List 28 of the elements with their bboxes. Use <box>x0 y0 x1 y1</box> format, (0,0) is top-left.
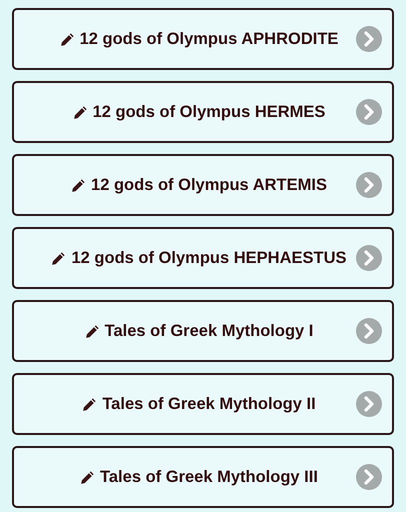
item-title: Tales of Greek Mythology I <box>104 322 314 340</box>
item-title: Tales of Greek Mythology II <box>102 394 316 414</box>
chevron-right-icon <box>356 318 382 344</box>
pencil-icon <box>60 32 75 46</box>
list-item[interactable]: 12 gods of Olympus HEPHAESTUS <box>12 227 394 289</box>
list-item[interactable]: Tales of Greek Mythology I <box>12 300 394 362</box>
item-title: 12 gods of Olympus HERMES <box>92 102 326 122</box>
list-item[interactable]: 12 gods of Olympus ARTEMIS <box>12 154 394 216</box>
list-item[interactable]: Tales of Greek Mythology III <box>12 446 394 508</box>
chevron-right-icon <box>356 391 382 417</box>
pencil-icon <box>80 470 96 484</box>
chevron-right-icon <box>356 172 382 198</box>
chevron-right-icon <box>356 26 382 52</box>
pencil-icon <box>82 396 98 412</box>
list-item[interactable]: 12 gods of Olympus HERMES <box>12 81 394 143</box>
item-title: 12 gods of Olympus APHRODITE <box>80 30 338 48</box>
pencil-icon <box>51 250 66 266</box>
pencil-icon <box>84 324 100 338</box>
chevron-right-icon <box>356 464 382 490</box>
list-item[interactable]: Tales of Greek Mythology II <box>12 373 394 435</box>
item-title: Tales of Greek Mythology III <box>100 468 318 486</box>
chevron-right-icon <box>356 245 382 271</box>
pencil-icon <box>72 104 88 120</box>
chevron-right-icon <box>356 99 382 125</box>
list-item[interactable]: 12 gods of Olympus APHRODITE <box>12 8 394 70</box>
pencil-icon <box>71 178 86 192</box>
item-title: 12 gods of Olympus ARTEMIS <box>91 176 327 194</box>
item-title: 12 gods of Olympus HEPHAESTUS <box>71 248 347 268</box>
